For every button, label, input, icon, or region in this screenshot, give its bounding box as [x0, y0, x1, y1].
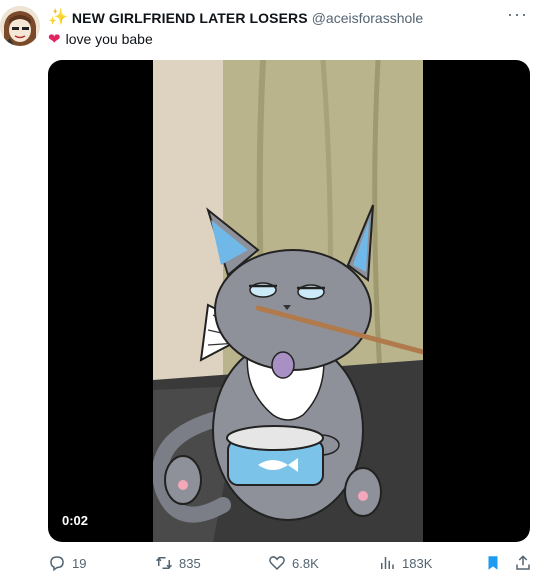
red-heart-emoji: ❤: [48, 31, 61, 48]
cat-drawing-image: [153, 60, 423, 542]
tweet-text: ❤ love you babe: [48, 30, 153, 48]
like-button[interactable]: 6.8K: [268, 554, 319, 572]
tweet[interactable]: ✨ NEW GIRLFRIEND LATER LOSERS @aceisfora…: [0, 0, 540, 588]
display-name[interactable]: NEW GIRLFRIEND LATER LOSERS: [72, 10, 308, 26]
tweet-text-body: love you babe: [65, 31, 153, 47]
sparkles-emoji: ✨: [48, 9, 68, 26]
views-button[interactable]: 183K: [378, 554, 432, 572]
avatar[interactable]: [0, 6, 40, 46]
like-count: 6.8K: [292, 555, 319, 571]
retweet-count: 835: [179, 555, 201, 571]
retweet-button[interactable]: 835: [155, 554, 201, 572]
reply-icon: [50, 556, 64, 572]
view-count: 183K: [402, 555, 433, 571]
tweet-header: ✨ NEW GIRLFRIEND LATER LOSERS @aceisfora…: [48, 9, 423, 27]
bookmark-icon: [488, 556, 498, 570]
video-frame: [153, 60, 423, 542]
analytics-icon: [381, 557, 394, 569]
more-options-icon[interactable]: ···: [507, 4, 528, 25]
reply-button[interactable]: 19: [48, 554, 86, 572]
heart-icon: [269, 556, 285, 571]
tweet-actions: 19 835 6.8K 183K: [48, 554, 530, 576]
video-player[interactable]: 0:02: [48, 60, 530, 542]
reply-count: 19: [72, 555, 87, 571]
bookmark-button[interactable]: [484, 554, 502, 577]
retweet-icon: [155, 557, 173, 569]
user-handle[interactable]: @aceisforasshole: [312, 10, 424, 26]
video-timestamp: 0:02: [62, 513, 89, 528]
share-icon: [516, 555, 530, 570]
share-button[interactable]: [514, 554, 532, 577]
